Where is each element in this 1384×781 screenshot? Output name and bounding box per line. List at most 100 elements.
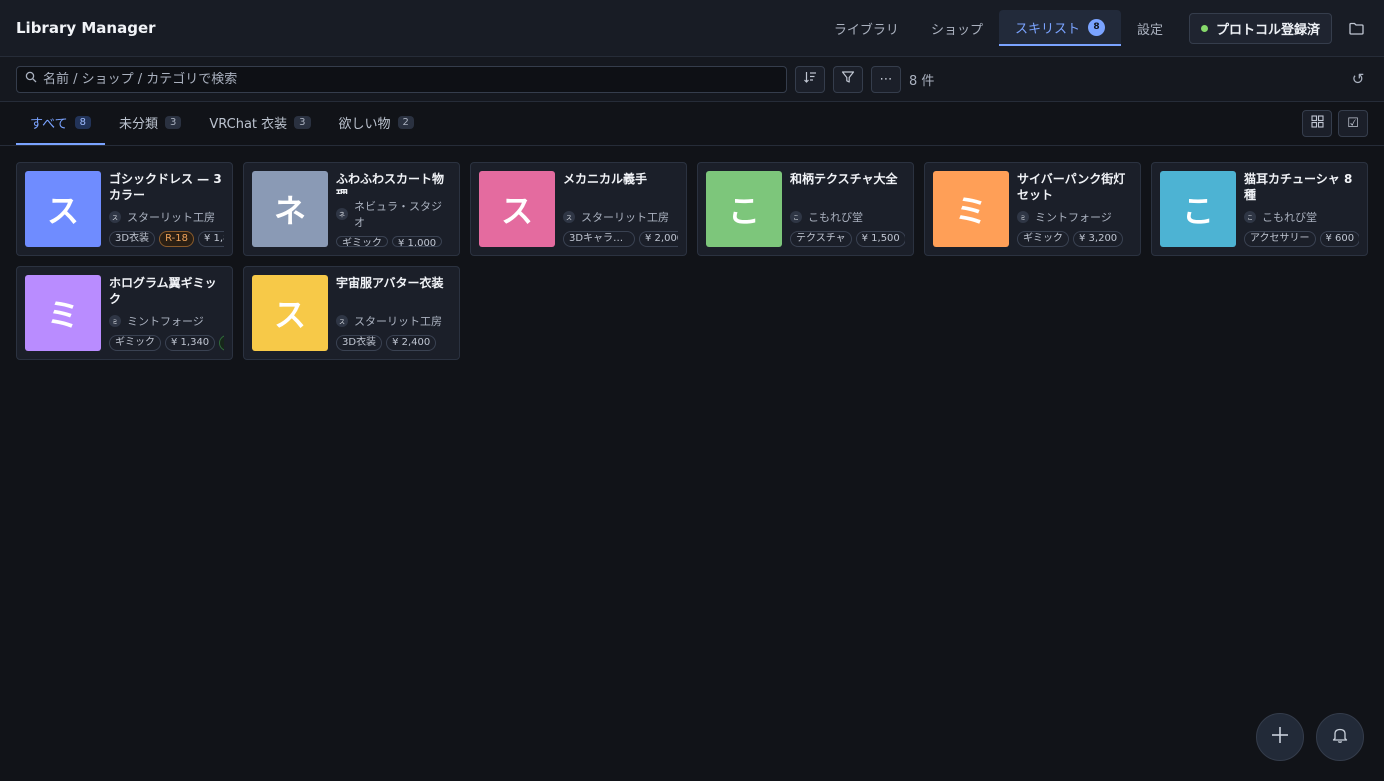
tab-shop[interactable]: ショップ: [915, 10, 999, 46]
refresh-icon: ↺: [1351, 70, 1365, 88]
category-label: 欲しい物: [338, 117, 391, 132]
item-tag: ¥ 2,000: [639, 231, 678, 247]
category-count: 3: [164, 116, 182, 129]
shop-avatar-icon: ス: [109, 211, 121, 223]
refresh-button[interactable]: ↺: [1348, 69, 1368, 89]
status-dot: [1200, 24, 1208, 32]
shop-name: ネビュラ・スタジオ: [354, 200, 442, 230]
item-tag: 3Dキャラクター: [563, 231, 635, 247]
item-title: 宇宙服アバター衣装: [336, 276, 444, 290]
discount-badge: ↓ 33%: [219, 335, 224, 351]
category-tab-uncategorized[interactable]: 未分類 3: [105, 102, 195, 145]
item-card[interactable]: こ和柄テクスチャ大全ここもれび堂 テクスチャ ¥ 1,500: [697, 162, 914, 256]
tab-shop-label: ショップ: [930, 22, 983, 38]
shop-avatar-icon: こ: [1244, 211, 1256, 223]
item-info: ゴシックドレス — 3カラーススターリット工房 3D衣装R-18¥ 1,800: [109, 171, 224, 247]
category-count: 3: [294, 116, 311, 129]
item-card[interactable]: ス メカニカル義手ススターリット工房 3Dキャラクター¥ 2,000: [470, 162, 687, 256]
item-info: ふわふわスカート物理ネネビュラ・スタジオギミック ¥ 1,000: [336, 171, 451, 247]
item-tag: テクスチャ: [790, 231, 852, 247]
item-card[interactable]: スゴシックドレス — 3カラーススターリット工房3D衣装R-18¥ 1,800: [16, 162, 233, 256]
item-shop: ミミントフォージ: [1017, 209, 1132, 225]
item-tag: ギミック: [109, 335, 161, 351]
item-tags: アクセサリー ¥ 600: [1244, 231, 1359, 247]
protocol-label: プロトコル登録済: [1215, 22, 1320, 38]
tab-settings[interactable]: 設定: [1121, 10, 1179, 46]
app-title: Library Manager: [16, 19, 156, 37]
main-nav: ライブラリ ショップ スキリスト 8 設定 プロトコル登録済: [818, 0, 1368, 56]
filter-button[interactable]: [833, 65, 863, 93]
search-icon: [25, 71, 37, 87]
item-thumbnail: ミ: [25, 275, 101, 351]
item-tags: 3D衣装R-18¥ 1,800: [109, 231, 224, 247]
item-tag: 3D衣装: [336, 335, 383, 351]
item-tag: ¥ 1,800: [197, 231, 224, 247]
item-thumbnail: ス: [25, 171, 101, 247]
item-title: メカニカル義手: [563, 172, 648, 186]
shop-name: ミントフォージ: [1035, 211, 1112, 224]
grid-view-button[interactable]: [1302, 110, 1332, 137]
item-tags: ギミック ¥ 1,000: [336, 236, 451, 247]
item-info: サイバーパンク街灯セットミミントフォージ ギミック ¥ 3,200: [1017, 171, 1132, 247]
item-title: 和柄テクスチャ大全: [790, 172, 898, 186]
item-info: 和柄テクスチャ大全ここもれび堂 テクスチャ ¥ 1,500: [790, 171, 905, 247]
item-thumbnail: こ: [706, 171, 782, 247]
item-grid: スゴシックドレス — 3カラーススターリット工房3D衣装R-18¥ 1,800ネ…: [16, 162, 1368, 360]
checkbox-icon: ☑: [1347, 116, 1359, 131]
item-tags: 3D衣装 ¥ 2,400: [336, 335, 451, 351]
category-tab-all[interactable]: すべて 8: [16, 102, 105, 145]
item-card[interactable]: こ猫耳カチューシャ 8種ここもれび堂 アクセサリー ¥ 600: [1151, 162, 1368, 256]
item-tag: ギミック: [1017, 231, 1069, 247]
sort-button[interactable]: [795, 65, 825, 93]
category-label: すべて: [30, 117, 68, 132]
view-controls: ☑: [1296, 102, 1368, 145]
item-tag: ¥ 600: [1319, 231, 1359, 247]
item-shop: ミミントフォージ: [109, 313, 224, 329]
top-bar: Library Manager ライブラリ ショップ スキリスト 8 設定 プロト…: [0, 0, 1384, 57]
item-tag: ギミック: [336, 236, 388, 247]
plus-icon: [1270, 725, 1290, 749]
category-tabs: すべて 8 未分類 3 VRChat 衣装 3 欲しい物 2 ☑: [0, 102, 1384, 146]
item-title: サイバーパンク街灯セット: [1017, 172, 1126, 202]
shop-avatar-icon: ス: [563, 211, 575, 223]
item-tag: ¥ 1,000: [392, 236, 443, 247]
category-count: 2: [397, 116, 414, 129]
item-thumbnail: こ: [1160, 171, 1236, 247]
category-label: 未分類: [118, 117, 158, 132]
folder-icon[interactable]: [1344, 16, 1368, 40]
item-title: ゴシックドレス — 3カラー: [109, 172, 222, 202]
more-icon: ⋯: [879, 71, 893, 87]
item-card[interactable]: ネふわふわスカート物理ネネビュラ・スタジオギミック¥ 1,000: [243, 162, 460, 256]
item-tag: ¥ 1,500: [855, 231, 905, 247]
item-shop: ススターリット工房: [563, 209, 678, 225]
category-tab-wishlist[interactable]: 欲しい物 2: [325, 102, 428, 145]
item-card[interactable]: ス宇宙服アバター衣装ススターリット工房 3D衣装 ¥ 2,400: [243, 266, 460, 360]
search-toolbar: ⋯ 8 件 ↺: [0, 57, 1384, 102]
search-box: [16, 65, 787, 93]
more-button[interactable]: ⋯: [871, 65, 901, 93]
item-thumbnail: ネ: [252, 171, 328, 247]
tab-library[interactable]: ライブラリ: [818, 10, 915, 46]
shop-avatar-icon: ス: [336, 315, 348, 327]
item-title: ホログラム翼ギミック: [109, 276, 217, 306]
shop-name: こもれび堂: [1262, 211, 1317, 224]
item-tags: ギミック ¥ 3,200: [1017, 231, 1132, 247]
search-input[interactable]: [43, 71, 743, 87]
item-tags: ギミック¥ 1,340↓ 33%: [109, 335, 224, 351]
category-tab-vrchat[interactable]: VRChat 衣装 3: [195, 102, 324, 145]
tab-skill-list[interactable]: スキリスト 8: [998, 10, 1121, 46]
protocol-status-button[interactable]: プロトコル登録済: [1188, 12, 1332, 44]
shop-name: スターリット工房: [581, 211, 669, 224]
item-tag: アクセサリー: [1244, 231, 1316, 247]
category-count: 8: [74, 116, 91, 129]
item-tags: テクスチャ ¥ 1,500: [790, 231, 905, 247]
item-thumbnail: ミ: [933, 171, 1009, 247]
bell-icon: [1331, 726, 1349, 748]
item-card[interactable]: ミサイバーパンク街灯セットミミントフォージ ギミック ¥ 3,200: [924, 162, 1141, 256]
item-tag: 3D衣装: [109, 231, 156, 247]
item-card[interactable]: ミホログラム翼ギミックミミントフォージギミック¥ 1,340↓ 33%: [16, 266, 233, 360]
select-mode-button[interactable]: ☑: [1338, 110, 1368, 137]
add-button[interactable]: [1256, 713, 1304, 761]
notifications-button[interactable]: [1316, 713, 1364, 761]
category-label: VRChat 衣装: [209, 117, 288, 132]
